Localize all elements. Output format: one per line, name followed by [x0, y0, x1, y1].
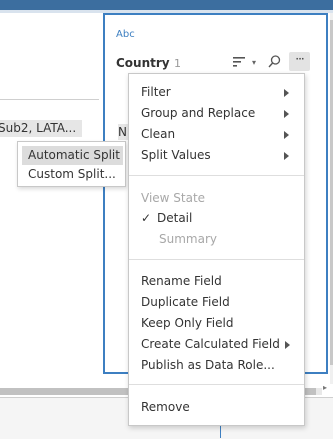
menu-header-view-state: View State: [141, 191, 206, 205]
menu-item-label: Detail: [157, 211, 193, 225]
menu-item-publish-data-role[interactable]: Publish as Data Role...: [129, 355, 304, 375]
menu-item-label: Split Values: [141, 148, 211, 162]
menu-item-label: Clean: [141, 127, 176, 141]
left-profile-card[interactable]: [0, 13, 99, 388]
data-type-label[interactable]: Abc: [116, 29, 135, 40]
checkmark-icon: ✓: [141, 211, 152, 225]
chevron-right-icon: [284, 131, 289, 139]
menu-item-rename-field[interactable]: Rename Field: [129, 271, 304, 291]
menu-item-duplicate-field[interactable]: Duplicate Field: [129, 292, 304, 312]
more-options-button[interactable]: ···: [289, 52, 310, 71]
left-value-chip[interactable]: Sub2, LATA...: [0, 120, 82, 137]
menu-item-split-values[interactable]: Split Values: [129, 145, 304, 165]
chevron-right-icon: [284, 110, 289, 118]
chevron-right-icon: [284, 340, 290, 349]
scroll-right-icon[interactable]: ▸: [323, 383, 327, 392]
menu-item-keep-only-field[interactable]: Keep Only Field: [129, 313, 304, 333]
menu-divider: [129, 384, 304, 385]
bottom-connector-line: [220, 426, 221, 438]
sort-icon[interactable]: [231, 55, 249, 69]
search-icon[interactable]: [267, 54, 282, 69]
menu-item-clean[interactable]: Clean: [129, 124, 304, 144]
menu-item-summary: Summary: [159, 232, 217, 246]
sort-dropdown-icon[interactable]: ▾: [252, 58, 256, 67]
menu-item-remove[interactable]: Remove: [129, 397, 304, 417]
menu-item-filter[interactable]: Filter: [129, 82, 304, 102]
field-value-count: 1: [174, 57, 181, 70]
menu-item-detail[interactable]: ✓ Detail: [129, 208, 304, 228]
automatic-split-item[interactable]: Automatic Split: [22, 146, 123, 165]
split-values-submenu: Automatic Split Custom Split...: [17, 141, 126, 187]
chevron-right-icon: [284, 152, 289, 160]
menu-item-label: Group and Replace: [141, 106, 256, 120]
top-bar: [0, 0, 333, 10]
chevron-right-icon: [284, 89, 289, 97]
menu-divider: [129, 175, 304, 176]
menu-divider: [129, 259, 304, 260]
field-name[interactable]: Country: [116, 56, 170, 70]
menu-item-create-calculated-field[interactable]: Create Calculated Field: [129, 334, 304, 354]
menu-item-group-replace[interactable]: Group and Replace: [129, 103, 304, 123]
menu-item-label: Create Calculated Field: [141, 337, 280, 351]
menu-item-label: Filter: [141, 85, 171, 99]
custom-split-item[interactable]: Custom Split...: [22, 165, 123, 184]
field-options-menu: Filter Group and Replace Clean Split Val…: [128, 73, 305, 426]
left-card-divider: [0, 99, 99, 100]
